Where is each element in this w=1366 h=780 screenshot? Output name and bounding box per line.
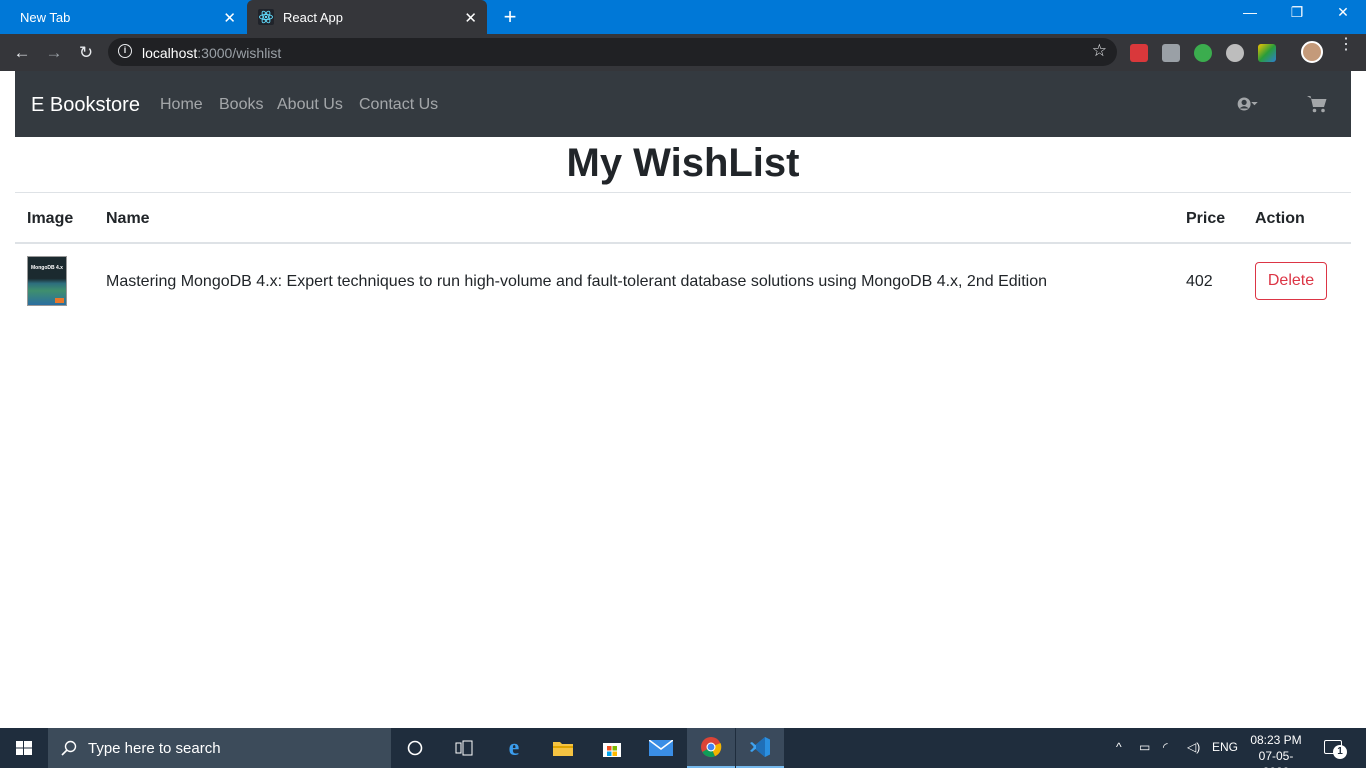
- header-name: Name: [106, 210, 150, 227]
- minimize-icon[interactable]: —: [1240, 4, 1260, 20]
- action-center-icon[interactable]: 1: [1324, 740, 1347, 759]
- extension-icon[interactable]: [1162, 44, 1180, 62]
- windows-taskbar: Type here to search e ^ ▭ ◜ ◁) ENG 08:23…: [0, 728, 1366, 779]
- table-row: MongoDB 4.x Mastering MongoDB 4.x: Exper…: [15, 244, 1351, 319]
- book-cover-text: MongoDB 4.x: [31, 265, 63, 271]
- extension-icon[interactable]: [1258, 44, 1276, 62]
- browser-tab-strip: New Tab ✕ React App ✕ + — ❐ ✕: [0, 0, 1366, 34]
- nav-link-about-us[interactable]: About Us: [277, 96, 343, 114]
- tab-react-app[interactable]: React App ✕: [247, 0, 487, 34]
- extension-icon[interactable]: [1226, 44, 1244, 62]
- cortana-icon[interactable]: [391, 728, 439, 768]
- extension-icon[interactable]: [1194, 44, 1212, 62]
- windows-start-icon[interactable]: [0, 728, 48, 768]
- header-image: Image: [27, 210, 74, 227]
- file-explorer-icon[interactable]: [539, 728, 587, 768]
- close-tab-icon[interactable]: ✕: [464, 9, 477, 27]
- tab-title: New Tab: [20, 9, 71, 25]
- header-action: Action: [1255, 210, 1305, 227]
- address-bar[interactable]: i localhost:3000/wishlist ☆: [108, 38, 1117, 66]
- new-tab-button[interactable]: +: [499, 4, 521, 30]
- back-icon[interactable]: ←: [12, 43, 32, 63]
- nav-link-home[interactable]: Home: [160, 96, 203, 114]
- tab-title: React App: [283, 9, 343, 25]
- wifi-icon[interactable]: ◜: [1163, 740, 1168, 754]
- user-account-icon[interactable]: [1237, 93, 1259, 115]
- book-price: 402: [1186, 273, 1213, 290]
- restore-icon[interactable]: ❐: [1287, 4, 1307, 21]
- page-title: My WishList: [566, 141, 800, 185]
- clock-time: 08:23 PM: [1250, 733, 1302, 747]
- volume-icon[interactable]: ◁): [1187, 740, 1200, 754]
- vscode-icon[interactable]: [736, 728, 784, 768]
- url-text[interactable]: localhost:3000/wishlist: [142, 45, 281, 61]
- nav-link-contact-us[interactable]: Contact Us: [359, 96, 438, 114]
- notification-badge: 1: [1333, 745, 1347, 759]
- search-placeholder: Type here to search: [88, 740, 221, 757]
- taskbar-search-box[interactable]: Type here to search: [48, 728, 391, 768]
- forward-icon[interactable]: →: [44, 43, 64, 63]
- language-indicator[interactable]: ENG: [1212, 740, 1238, 754]
- header-price: Price: [1186, 210, 1226, 227]
- tab-new-tab[interactable]: New Tab ✕: [0, 0, 246, 34]
- book-cover-image: MongoDB 4.x: [27, 256, 67, 306]
- site-info-icon[interactable]: i: [118, 44, 132, 58]
- store-icon[interactable]: [588, 728, 636, 768]
- delete-button[interactable]: Delete: [1255, 262, 1327, 300]
- book-name: Mastering MongoDB 4.x: Expert techniques…: [106, 273, 1047, 290]
- clock-date: 07-05-2020: [1258, 749, 1294, 779]
- edge-icon[interactable]: e: [490, 728, 538, 768]
- table-header-row: Image Name Price Action: [15, 192, 1351, 244]
- browser-toolbar: ← → ↻ i localhost:3000/wishlist ☆ ⋮: [0, 34, 1366, 71]
- mail-icon[interactable]: [637, 728, 685, 768]
- search-icon: [61, 740, 77, 756]
- close-window-icon[interactable]: ✕: [1333, 4, 1353, 21]
- react-icon: [258, 9, 274, 25]
- profile-avatar[interactable]: [1301, 41, 1323, 63]
- browser-menu-icon[interactable]: ⋮: [1338, 37, 1354, 53]
- bookmark-star-icon[interactable]: ☆: [1092, 41, 1107, 61]
- task-view-icon[interactable]: [440, 728, 488, 768]
- reload-icon[interactable]: ↻: [76, 43, 96, 63]
- close-tab-icon[interactable]: ✕: [223, 9, 236, 27]
- brand-logo[interactable]: E Bookstore: [31, 94, 140, 117]
- cart-icon[interactable]: [1307, 95, 1327, 113]
- chrome-icon[interactable]: [687, 728, 735, 768]
- clock[interactable]: 08:23 PM 07-05-2020: [1247, 732, 1305, 780]
- battery-icon[interactable]: ▭: [1139, 740, 1150, 754]
- show-hidden-icons[interactable]: ^: [1116, 740, 1122, 754]
- nav-link-books[interactable]: Books: [219, 96, 263, 114]
- extension-icon[interactable]: [1130, 44, 1148, 62]
- app-navbar: E Bookstore Home Books About Us Contact …: [15, 71, 1351, 137]
